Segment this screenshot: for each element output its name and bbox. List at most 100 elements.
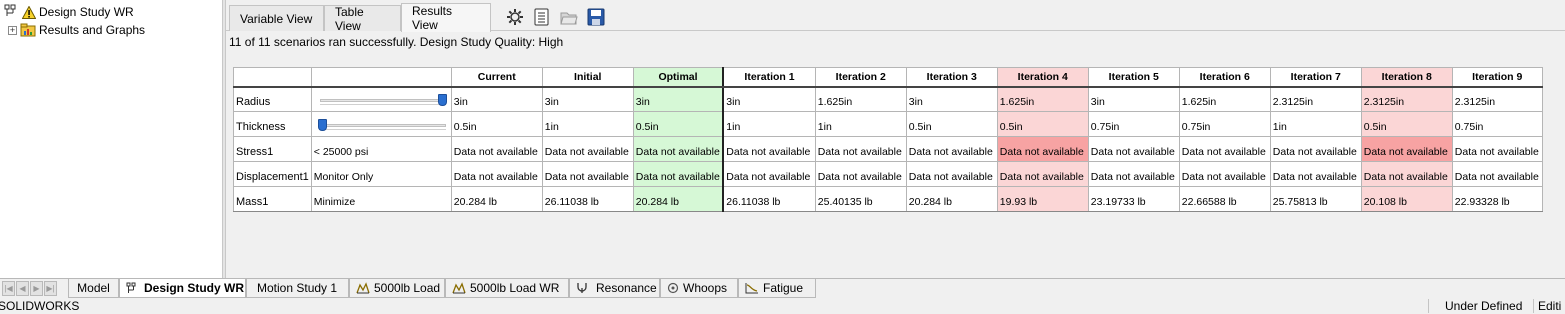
table-cell[interactable]: 1in (814, 111, 907, 137)
column-header[interactable]: Iteration 5 (1087, 67, 1180, 88)
table-cell[interactable]: Data not available (722, 161, 816, 187)
table-cell[interactable]: 2.3125in (1269, 86, 1362, 112)
table-cell[interactable]: 2.3125in (1360, 86, 1453, 112)
table-cell[interactable]: Data not available (450, 136, 543, 162)
table-cell[interactable]: 0.75in (1178, 111, 1271, 137)
table-cell[interactable]: 20.284 lb (905, 186, 998, 212)
tab-design-study-wr[interactable]: Design Study WR (119, 279, 246, 298)
save-icon[interactable] (586, 7, 606, 27)
table-cell[interactable]: Data not available (1360, 161, 1453, 187)
tab-5000lb-load[interactable]: 5000lb Load (349, 279, 445, 298)
goal-setting[interactable]: Minimize (310, 186, 452, 212)
table-cell[interactable]: Data not available (722, 136, 816, 162)
table-cell[interactable]: 3in (722, 86, 816, 112)
column-header-optimal[interactable]: Optimal (632, 67, 725, 88)
tab-5000lb-load-wr[interactable]: 5000lb Load WR (445, 279, 569, 298)
constraint-setting[interactable]: < 25000 psi (310, 136, 452, 162)
table-cell[interactable]: Data not available (814, 161, 907, 187)
column-header[interactable]: Iteration 1 (722, 67, 816, 88)
tab-whoops[interactable]: Whoops (660, 279, 738, 298)
column-header[interactable]: Iteration 7 (1269, 67, 1362, 88)
table-cell[interactable]: 0.5in (450, 111, 543, 137)
thickness-slider[interactable] (317, 119, 448, 133)
table-cell[interactable]: Data not available (1360, 136, 1453, 162)
prev-tab-icon[interactable]: ◀ (16, 281, 29, 296)
table-cell[interactable]: 0.5in (1360, 111, 1453, 137)
table-cell[interactable]: 0.75in (1087, 111, 1180, 137)
last-tab-icon[interactable]: ▶| (44, 281, 57, 296)
table-cell[interactable]: 1in (541, 111, 634, 137)
table-cell[interactable]: 25.40135 lb (814, 186, 907, 212)
table-cell[interactable]: 3in (450, 86, 543, 112)
table-cell[interactable]: Data not available (996, 161, 1089, 187)
table-cell[interactable]: Data not available (905, 161, 998, 187)
tree-item-design-study[interactable]: Design Study WR (4, 3, 134, 21)
table-cell[interactable]: 23.19733 lb (1087, 186, 1180, 212)
table-cell[interactable]: 1in (722, 111, 816, 137)
table-cell[interactable]: 0.5in (996, 111, 1089, 137)
slider-thumb[interactable] (437, 94, 447, 106)
table-cell[interactable]: 20.284 lb (632, 186, 725, 212)
table-cell[interactable]: Data not available (541, 136, 634, 162)
column-header[interactable]: Iteration 9 (1451, 67, 1543, 88)
table-cell[interactable]: 3in (541, 86, 634, 112)
tab-resonance[interactable]: Resonance (569, 279, 660, 298)
column-header[interactable]: Current (450, 67, 543, 88)
slider-thumb[interactable] (317, 119, 327, 131)
next-tab-icon[interactable]: ▶ (30, 281, 43, 296)
table-cell[interactable]: Data not available (1087, 136, 1180, 162)
table-cell[interactable]: Data not available (632, 136, 725, 162)
tab-variable-view[interactable]: Variable View (229, 5, 324, 31)
table-cell[interactable]: 3in (905, 86, 998, 112)
table-cell[interactable]: Data not available (541, 161, 634, 187)
tab-motion-study-1[interactable]: Motion Study 1 (246, 279, 349, 298)
list-settings-icon[interactable] (532, 7, 552, 27)
column-header[interactable]: Iteration 4 (996, 67, 1089, 88)
table-cell[interactable]: 26.11038 lb (541, 186, 634, 212)
table-cell[interactable]: 20.108 lb (1360, 186, 1453, 212)
table-cell[interactable]: 20.284 lb (450, 186, 543, 212)
constraint-setting[interactable]: Monitor Only (310, 161, 452, 187)
column-header[interactable]: Initial (541, 67, 634, 88)
tab-results-view[interactable]: Results View (401, 3, 491, 32)
table-cell[interactable]: 2.3125in (1451, 86, 1543, 112)
table-cell[interactable]: 22.93328 lb (1451, 186, 1543, 212)
table-cell[interactable]: Data not available (814, 136, 907, 162)
table-cell[interactable]: Data not available (996, 136, 1089, 162)
column-header[interactable]: Iteration 2 (814, 67, 907, 88)
column-header[interactable]: Iteration 8 (1360, 67, 1453, 88)
table-cell[interactable]: 3in (632, 86, 725, 112)
open-folder-icon[interactable] (559, 7, 579, 27)
expand-icon[interactable]: + (8, 25, 17, 35)
table-cell[interactable]: Data not available (1178, 136, 1271, 162)
table-cell[interactable]: Data not available (632, 161, 725, 187)
column-header[interactable]: Iteration 6 (1178, 67, 1271, 88)
table-cell[interactable]: 0.5in (632, 111, 725, 137)
radius-slider[interactable] (318, 94, 448, 108)
table-cell[interactable]: Data not available (1087, 161, 1180, 187)
tab-fatigue[interactable]: Fatigue (738, 279, 816, 298)
table-cell[interactable]: 26.11038 lb (722, 186, 816, 212)
table-cell[interactable]: 3in (1087, 86, 1180, 112)
tab-model[interactable]: Model (68, 279, 119, 298)
table-cell[interactable]: 22.66588 lb (1178, 186, 1271, 212)
table-cell[interactable]: Data not available (1451, 136, 1543, 162)
table-cell[interactable]: Data not available (450, 161, 543, 187)
table-cell[interactable]: Data not available (1269, 161, 1362, 187)
tab-table-view[interactable]: Table View (324, 5, 401, 33)
table-cell[interactable]: Data not available (1269, 136, 1362, 162)
table-cell[interactable]: 19.93 lb (996, 186, 1089, 212)
table-cell[interactable]: Data not available (905, 136, 998, 162)
table-cell[interactable]: 1.625in (1178, 86, 1271, 112)
table-cell[interactable]: 0.5in (905, 111, 998, 137)
column-header[interactable]: Iteration 3 (905, 67, 998, 88)
table-cell[interactable]: 1.625in (814, 86, 907, 112)
table-cell[interactable]: Data not available (1178, 161, 1271, 187)
table-cell[interactable]: Data not available (1451, 161, 1543, 187)
table-cell[interactable]: 1.625in (996, 86, 1089, 112)
table-cell[interactable]: 0.75in (1451, 111, 1543, 137)
first-tab-icon[interactable]: |◀ (2, 281, 15, 296)
table-cell[interactable]: 25.75813 lb (1269, 186, 1362, 212)
gear-icon[interactable] (505, 7, 525, 27)
tree-item-results-and-graphs[interactable]: + Results and Graphs (8, 21, 145, 39)
